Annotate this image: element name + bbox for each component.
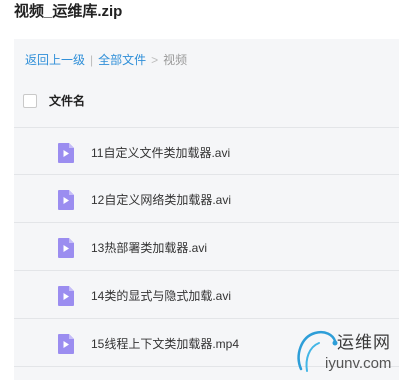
column-header-filename: 文件名	[49, 94, 86, 108]
file-name[interactable]: 13热部署类加载器.avi	[91, 241, 207, 255]
video-file-icon	[58, 334, 74, 354]
video-file-icon	[58, 286, 74, 306]
file-name[interactable]: 14类的显式与隐式加载.avi	[91, 289, 231, 303]
file-row[interactable]: 11自定义文件类加载器.avi	[14, 127, 399, 175]
back-link[interactable]: 返回上一级	[25, 52, 85, 68]
breadcrumb: 返回上一级 | 全部文件 > 视频	[25, 52, 187, 68]
video-file-icon	[58, 143, 74, 163]
file-row[interactable]: 14类的显式与隐式加载.avi	[14, 271, 399, 319]
file-row[interactable]: 12自定义网络类加载器.avi	[14, 175, 399, 223]
breadcrumb-arrow: >	[151, 53, 159, 67]
video-file-icon	[58, 190, 74, 210]
file-name[interactable]: 11自定义文件类加载器.avi	[91, 146, 230, 160]
current-folder: 视频	[163, 53, 188, 67]
file-row[interactable]: 13热部署类加载器.avi	[14, 223, 399, 271]
watermark: 运维网 iyunv.com	[291, 325, 395, 377]
video-file-icon	[58, 238, 74, 258]
select-all-checkbox[interactable]	[23, 94, 37, 108]
watermark-cn: 运维网	[337, 333, 391, 352]
archive-title: 视频_运维库.zip	[14, 3, 123, 20]
table-header: 文件名	[23, 93, 85, 109]
file-name[interactable]: 15线程上下文类加载器.mp4	[91, 337, 239, 351]
watermark-en: iyunv.com	[325, 355, 392, 372]
breadcrumb-divider: |	[90, 53, 94, 67]
file-name[interactable]: 12自定义网络类加载器.avi	[91, 193, 231, 207]
all-files-link[interactable]: 全部文件	[98, 52, 146, 68]
